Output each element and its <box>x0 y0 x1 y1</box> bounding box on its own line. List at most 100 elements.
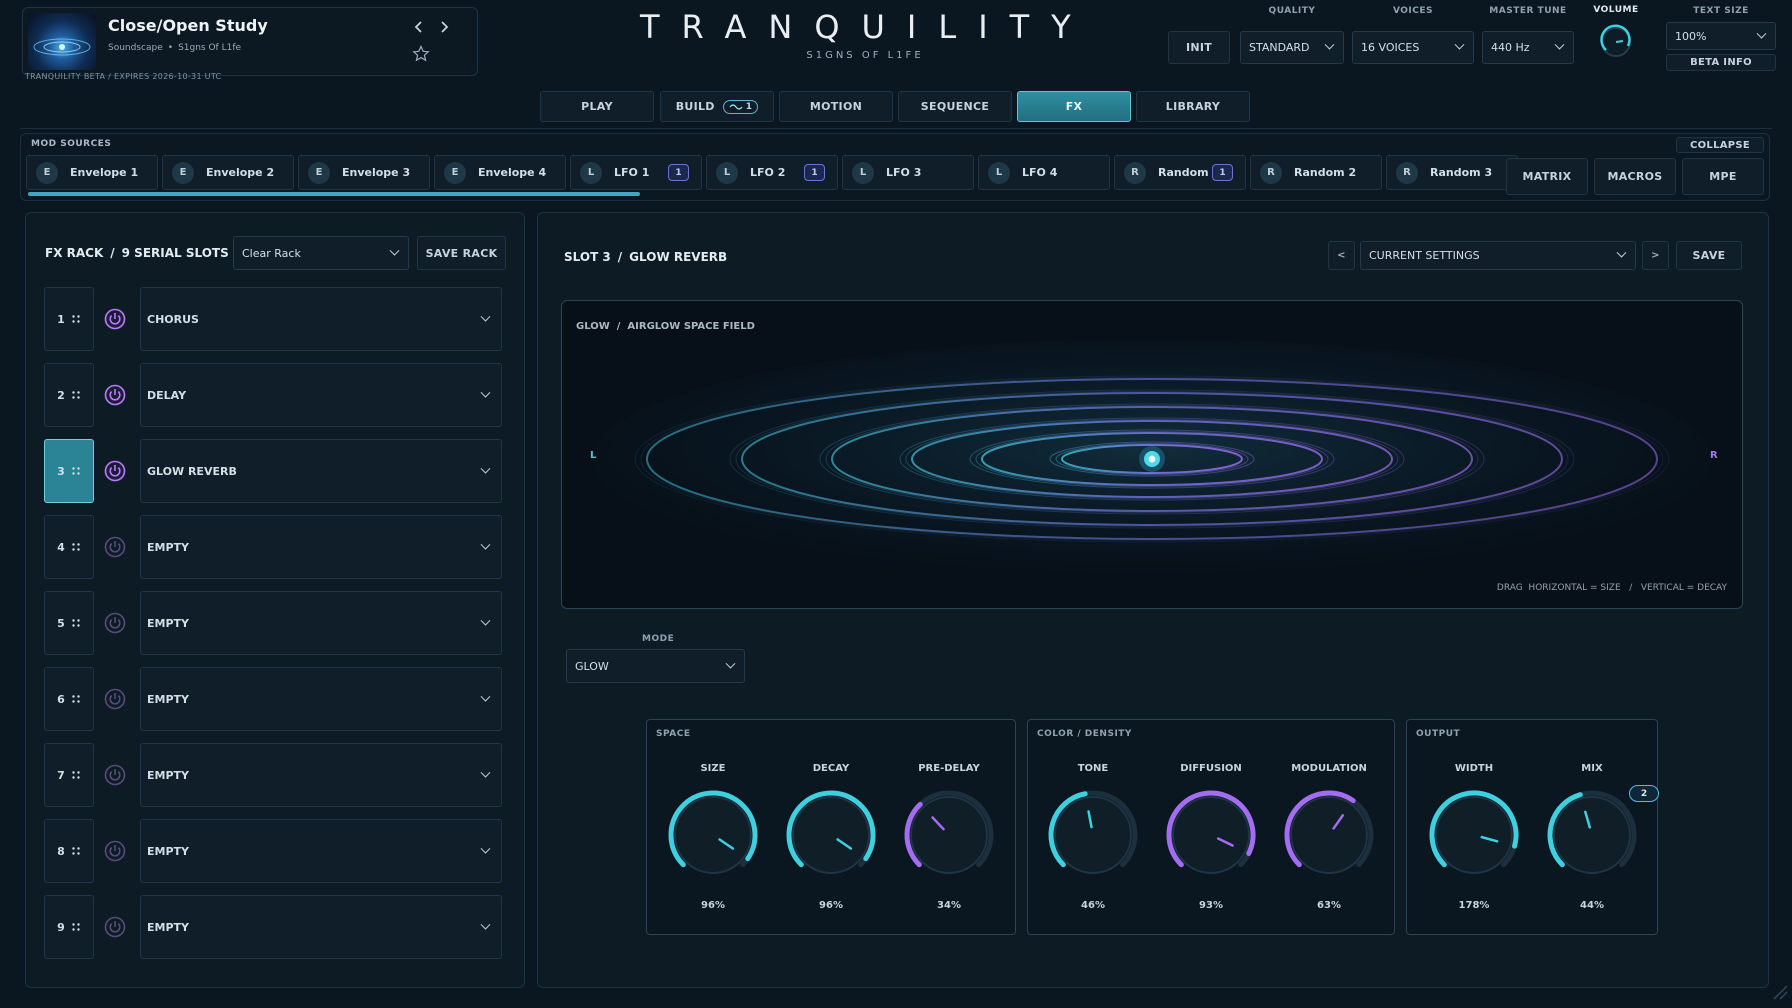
mod-source-type-badge: R <box>1396 161 1418 184</box>
next-preset-button[interactable] <box>437 17 451 41</box>
slot-effect-name: GLOW REVERB <box>147 464 237 478</box>
mode-label: MODE <box>642 634 675 644</box>
power-icon <box>104 688 126 710</box>
fx-slot-select[interactable]: EMPTY <box>140 667 502 731</box>
tab-play[interactable]: PLAY <box>540 91 654 122</box>
init-button[interactable]: INIT <box>1168 31 1230 64</box>
knob-dial <box>1048 790 1138 874</box>
editor-slot: SLOT 3 <box>564 250 611 264</box>
fx-slot-select[interactable]: EMPTY <box>140 895 502 959</box>
slot-number-text: 5 <box>57 616 65 630</box>
knob-mix[interactable]: MIX 44% 2 <box>1537 763 1659 923</box>
chevron-down-icon <box>1616 247 1627 258</box>
knob-width[interactable]: WIDTH 178% <box>1419 763 1529 923</box>
fx-slot-number[interactable]: 7 <box>44 743 94 807</box>
fx-rack-title: FX RACK / 9 SERIAL SLOTS <box>45 246 229 260</box>
fx-slot-select[interactable]: CHORUS <box>140 287 502 351</box>
knob-modulation[interactable]: MODULATION 63% <box>1274 763 1384 923</box>
knob-label: TONE <box>1077 763 1109 774</box>
fx-slot-select[interactable]: EMPTY <box>140 743 502 807</box>
slot-power-button[interactable] <box>103 839 127 863</box>
settings-value: CURRENT SETTINGS <box>1369 249 1480 262</box>
mod-source-chip[interactable]: L LFO 2 1 <box>706 155 838 190</box>
text-size-select[interactable]: 100% <box>1666 22 1776 50</box>
power-icon <box>104 916 126 938</box>
field-title-sep: / <box>616 321 621 332</box>
fx-slot-number[interactable]: 4 <box>44 515 94 579</box>
fx-slot-number[interactable]: 5 <box>44 591 94 655</box>
preset-title: Close/Open Study <box>108 16 268 35</box>
fx-slot-number[interactable]: 2 <box>44 363 94 427</box>
fx-slot-select[interactable]: EMPTY <box>140 515 502 579</box>
knob-label: MIX <box>1581 763 1603 774</box>
matrix-button[interactable]: MATRIX <box>1506 158 1588 195</box>
knob-pre-delay[interactable]: PRE-DELAY 34% <box>894 763 1004 923</box>
mod-source-chip[interactable]: E Envelope 4 <box>434 155 566 190</box>
volume-knob[interactable] <box>1598 24 1634 64</box>
next-settings-button[interactable]: > <box>1642 241 1669 270</box>
fx-slot-select[interactable]: EMPTY <box>140 591 502 655</box>
tune-select[interactable]: 440 Hz <box>1482 31 1574 64</box>
slot-power-button[interactable] <box>103 687 127 711</box>
fx-slot-number[interactable]: 1 <box>44 287 94 351</box>
mod-source-chip[interactable]: L LFO 4 <box>978 155 1110 190</box>
fx-slot-number[interactable]: 8 <box>44 819 94 883</box>
settings-select[interactable]: CURRENT SETTINGS <box>1360 241 1636 270</box>
knob-decay[interactable]: DECAY 96% <box>776 763 886 923</box>
mod-source-label: Envelope 3 <box>342 166 411 179</box>
favorite-button[interactable] <box>412 45 430 67</box>
tab-motion[interactable]: MOTION <box>779 91 893 122</box>
mod-source-chip[interactable]: E Envelope 2 <box>162 155 294 190</box>
prev-settings-button[interactable]: < <box>1328 241 1355 270</box>
mpe-button[interactable]: MPE <box>1682 158 1764 195</box>
mod-source-chip[interactable]: L LFO 1 1 <box>570 155 702 190</box>
power-icon <box>104 384 126 406</box>
quality-select[interactable]: STANDARD <box>1240 31 1344 64</box>
macros-button[interactable]: MACROS <box>1594 158 1676 195</box>
collapse-button[interactable]: COLLAPSE <box>1676 137 1764 153</box>
slot-effect-name: EMPTY <box>147 920 189 934</box>
knob-tone[interactable]: TONE 46% <box>1038 763 1148 923</box>
resize-handle[interactable] <box>1770 982 1788 1004</box>
space-field[interactable]: GLOW / AIRGLOW SPACE FIELD L R DRAG HORI… <box>561 300 1743 609</box>
tab-fx[interactable]: FX <box>1017 91 1131 122</box>
voices-select[interactable]: 16 VOICES <box>1352 31 1474 64</box>
fx-slot-select[interactable]: DELAY <box>140 363 502 427</box>
quality-label: QUALITY <box>1268 6 1316 16</box>
knob-diffusion[interactable]: DIFFUSION 93% <box>1156 763 1266 923</box>
fx-slot-number[interactable]: 3 <box>44 439 94 503</box>
fx-slot-number[interactable]: 6 <box>44 667 94 731</box>
fx-slot-select[interactable]: EMPTY <box>140 819 502 883</box>
mod-source-chip[interactable]: E Envelope 1 <box>26 155 158 190</box>
slot-power-button[interactable] <box>103 915 127 939</box>
slot-power-button[interactable] <box>103 307 127 331</box>
knob-mod-count-badge[interactable]: 2 <box>1629 785 1659 802</box>
slot-power-button[interactable] <box>103 459 127 483</box>
slot-power-button[interactable] <box>103 535 127 559</box>
mod-source-chip[interactable]: R Random 2 <box>1250 155 1382 190</box>
fx-slot-select[interactable]: GLOW REVERB <box>140 439 502 503</box>
save-settings-button[interactable]: SAVE <box>1676 241 1742 270</box>
fx-slot-number[interactable]: 9 <box>44 895 94 959</box>
tab-sequence[interactable]: SEQUENCE <box>898 91 1012 122</box>
beta-info-button[interactable]: BETA INFO <box>1666 54 1776 71</box>
rack-preset-select[interactable]: Clear Rack <box>233 236 409 270</box>
mod-source-chip[interactable]: R Random 3 <box>1386 155 1518 190</box>
mod-source-chip[interactable]: R Random 11 <box>1114 155 1246 190</box>
knob-size[interactable]: SIZE 96% <box>658 763 768 923</box>
power-icon <box>104 308 126 330</box>
slot-number-text: 1 <box>57 312 65 326</box>
slot-power-button[interactable] <box>103 383 127 407</box>
tab-library[interactable]: LIBRARY <box>1136 91 1250 122</box>
prev-preset-button[interactable] <box>412 17 426 41</box>
slot-power-button[interactable] <box>103 763 127 787</box>
meta-separator: • <box>167 43 174 53</box>
slot-power-button[interactable] <box>103 611 127 635</box>
tab-build[interactable]: BUILD 1 <box>660 91 774 122</box>
save-rack-button[interactable]: SAVE RACK <box>417 236 506 270</box>
mod-source-chip[interactable]: E Envelope 3 <box>298 155 430 190</box>
mode-select[interactable]: GLOW <box>566 649 745 683</box>
resize-grip-icon <box>1773 985 1788 1000</box>
mod-scrollbar[interactable] <box>28 192 640 196</box>
mod-source-chip[interactable]: L LFO 3 <box>842 155 974 190</box>
